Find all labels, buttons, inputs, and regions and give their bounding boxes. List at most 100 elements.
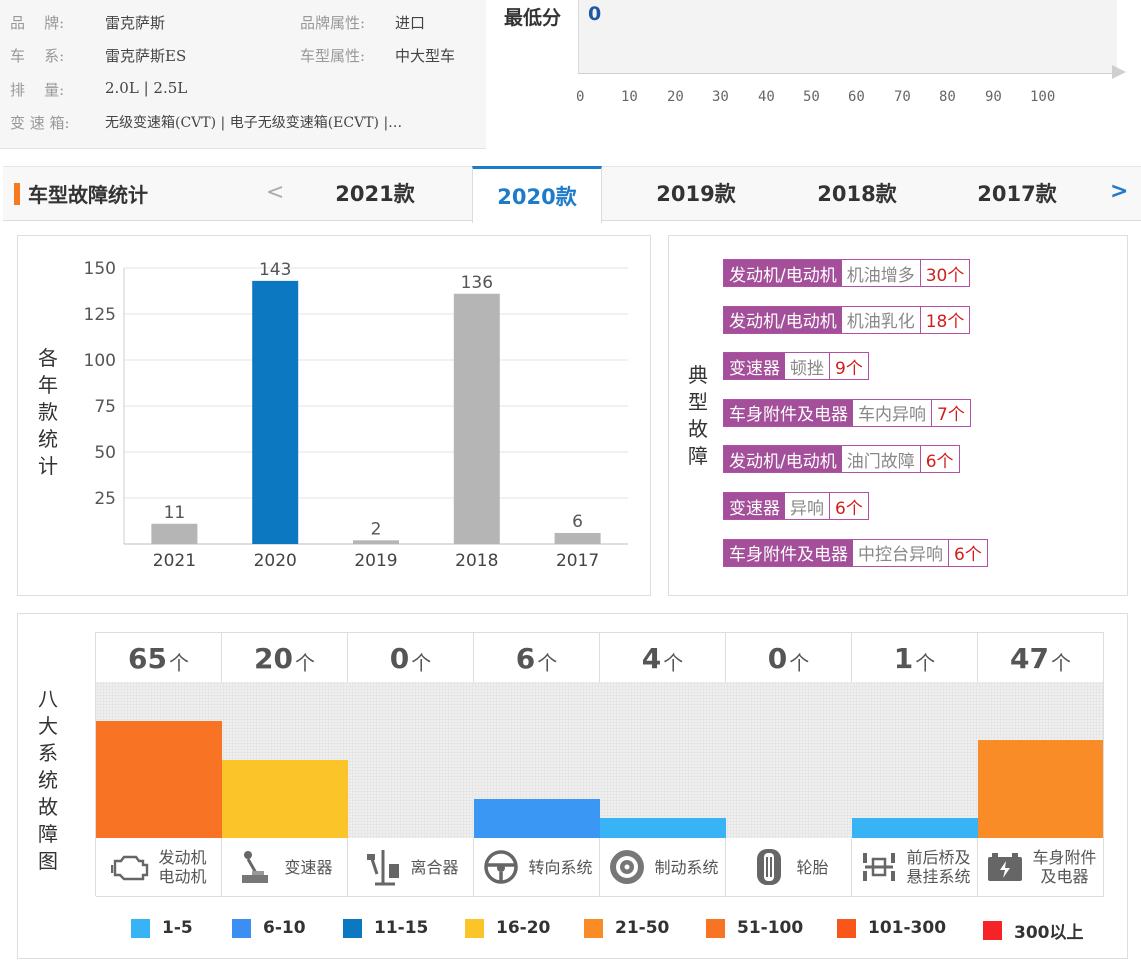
system-bar-area <box>96 682 222 838</box>
system-label-cell[interactable]: 轮胎 <box>726 838 852 897</box>
fault-name: 车内异响 <box>853 399 932 426</box>
fault-count: 6个 <box>835 498 863 519</box>
system-label-cell[interactable]: 车身附件 及电器 <box>978 838 1104 897</box>
score-tick-label: 50 <box>803 89 820 105</box>
fault-category: 发动机/电动机 <box>724 306 842 333</box>
min-score-label: 最低分 <box>504 7 562 29</box>
system-count-number: 0 <box>389 641 410 675</box>
system-count-cell: 4个 <box>600 632 726 684</box>
fault-category: 发动机/电动机 <box>724 446 842 473</box>
vertical-label-char: 故 <box>688 417 708 441</box>
fault-category: 车身附件及电器 <box>724 399 853 426</box>
fault-category: 变速器 <box>724 493 785 519</box>
system-count-cell: 0个 <box>348 632 474 684</box>
fault-tag[interactable]: 变速器 顿挫 9个 <box>723 352 869 381</box>
tab-year-2018[interactable]: 2018款 <box>793 167 921 219</box>
system-label-cell[interactable]: 离合器 <box>348 838 474 897</box>
system-count-unit: 个 <box>168 650 189 675</box>
vertical-label-char: 统 <box>38 768 58 792</box>
score-tick-label: 0 <box>576 89 585 105</box>
system-name: 制动系统 <box>654 858 718 877</box>
bar-2020[interactable] <box>252 280 299 544</box>
system-label-cell[interactable]: 转向系统 <box>474 838 600 897</box>
fault-count: 7个 <box>937 405 965 426</box>
fault-category: 变速器 <box>724 353 785 380</box>
yearly-bar-chart: 25 50 75 100 125 150 11 2021 143 2020 2 2019 136 2018… <box>84 259 628 571</box>
series-key: 车 系: <box>10 47 65 65</box>
fault-tag[interactable]: 发动机/电动机 机油乳化 18个 <box>723 305 971 334</box>
steering-wheel-icon <box>480 846 522 888</box>
x-tick-label: 2017 <box>556 551 599 571</box>
legend-item: 16-20 <box>465 918 550 938</box>
fault-tag[interactable]: 变速器 异响 6个 <box>723 492 869 520</box>
system-bar[interactable] <box>222 760 348 838</box>
vertical-label-char: 年 <box>38 373 58 397</box>
fault-tag[interactable]: 车身附件及电器 车内异响 7个 <box>723 398 971 427</box>
tab-year-2019[interactable]: 2019款 <box>632 167 760 219</box>
fault-tag[interactable]: 发动机/电动机 油门故障 6个 <box>723 445 960 474</box>
y-tick-label: 25 <box>94 489 116 509</box>
fault-count: 30个 <box>925 265 965 286</box>
fault-name: 油门故障 <box>842 446 921 473</box>
system-bar-area <box>348 682 474 838</box>
x-tick-label: 2020 <box>254 551 297 571</box>
system-name: 发动机 电动机 <box>158 848 206 886</box>
system-count-cell: 65 个 <box>96 632 222 684</box>
system-name: 轮胎 <box>796 858 828 877</box>
fault-name: 机油乳化 <box>842 306 921 333</box>
system-name-line: 转向系统 <box>528 857 593 877</box>
system-bar[interactable] <box>978 740 1104 838</box>
fault-category: 车身附件及电器 <box>724 539 853 566</box>
bar-value-label: 143 <box>259 260 291 280</box>
typical-faults-vertical-label: 典型故障 <box>687 362 709 470</box>
fault-name: 异响 <box>785 493 830 519</box>
legend-item: 101-300 <box>837 918 946 938</box>
fault-tag[interactable]: 发动机/电动机 机油增多 30个 <box>723 259 971 287</box>
bar-2018[interactable] <box>453 293 500 544</box>
system-name-line: 前后桥及 <box>906 848 971 867</box>
system-label-cell[interactable]: 发动机 电动机 <box>96 838 222 897</box>
vertical-label-char: 图 <box>38 849 58 873</box>
system-label-cell[interactable]: 变速器 <box>222 838 348 897</box>
system-count-cell: 0个 <box>726 632 852 684</box>
legend-label: 1-5 <box>162 918 193 938</box>
system-bar-area <box>600 682 726 838</box>
model-attr-key: 车型属性: <box>300 47 366 65</box>
legend-swatch <box>232 918 251 938</box>
system-bar[interactable] <box>852 818 978 838</box>
bar-value-label: 136 <box>461 273 493 293</box>
fault-name: 顿挫 <box>785 353 830 380</box>
clutch-pedal-icon <box>362 846 404 888</box>
system-name: 转向系统 <box>528 858 592 877</box>
system-bar[interactable] <box>600 818 726 838</box>
tab-year-2017[interactable]: 2017款 <box>953 167 1081 219</box>
bar-2021[interactable] <box>151 523 198 544</box>
legend-swatch <box>131 918 150 938</box>
system-label-cell[interactable]: 制动系统 <box>600 838 726 897</box>
fault-count: 6个 <box>925 451 954 472</box>
prev-tab-arrow[interactable]: < <box>266 180 284 205</box>
model-attr-value: 中大型车 <box>395 47 456 65</box>
legend-swatch <box>983 921 1002 940</box>
next-tab-arrow[interactable]: > <box>1110 179 1128 204</box>
bar-value-label: 6 <box>572 512 583 532</box>
tab-year-2021[interactable]: 2021款 <box>311 167 439 219</box>
system-bar[interactable] <box>474 799 600 838</box>
grid-right-border <box>1103 632 1104 896</box>
system-name: 车身附件 及电器 <box>1032 848 1096 886</box>
tab-year-2020[interactable]: 2020款 <box>472 166 602 223</box>
score-tick-label: 70 <box>894 89 911 105</box>
system-label-cell[interactable]: 前后桥及 悬挂系统 <box>852 838 978 897</box>
system-count-number: 6 <box>515 641 536 675</box>
system-count-unit: 个 <box>1050 650 1071 675</box>
fault-tag[interactable]: 车身附件及电器 中控台异响 6个 <box>723 538 988 567</box>
x-tick-label: 2019 <box>354 551 397 571</box>
system-bar[interactable] <box>96 721 222 838</box>
legend-label: 11-15 <box>374 918 429 938</box>
bar-2017[interactable] <box>554 532 601 544</box>
y-tick-label: 50 <box>94 443 116 463</box>
score-tick-label: 20 <box>667 89 684 105</box>
vertical-label-char: 计 <box>38 454 58 478</box>
brand-key: 品 牌: <box>10 14 65 32</box>
bar-2019[interactable] <box>353 540 399 544</box>
